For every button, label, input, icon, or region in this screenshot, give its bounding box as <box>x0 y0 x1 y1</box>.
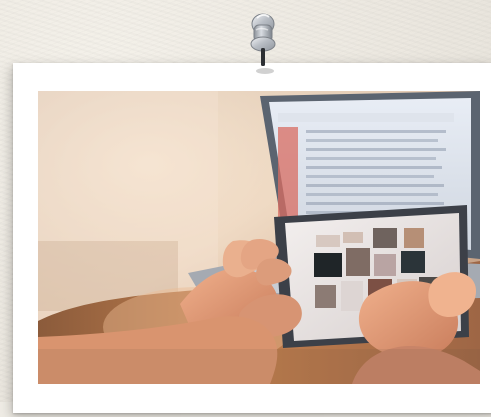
photo-illustration <box>38 91 480 384</box>
pushpin-icon <box>236 8 290 76</box>
photo <box>38 91 480 384</box>
photo-card <box>13 63 491 413</box>
